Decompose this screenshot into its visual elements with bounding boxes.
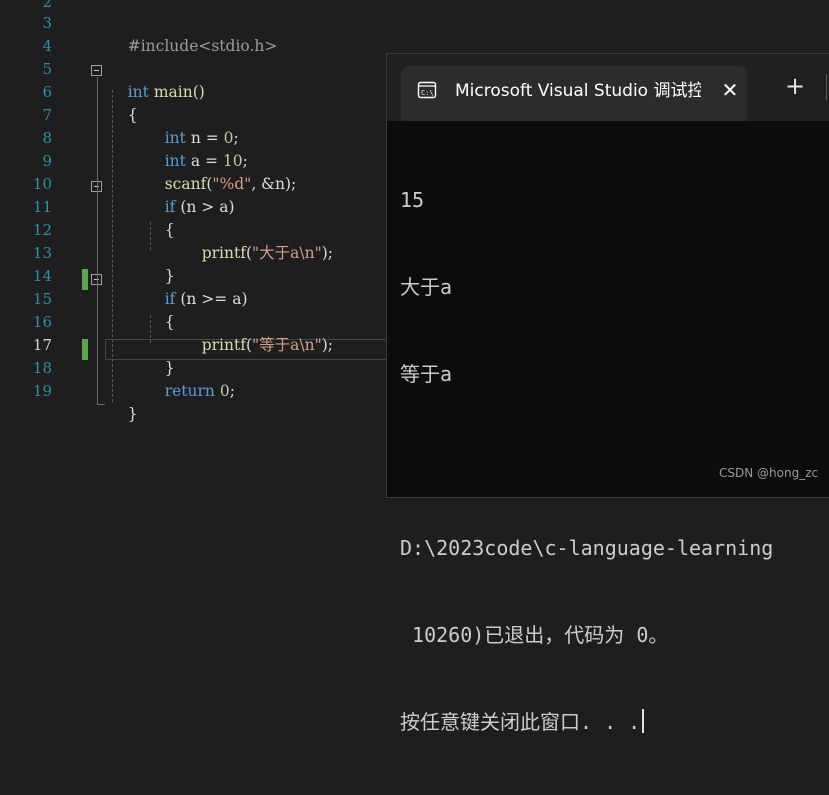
code-text: ); [321, 336, 334, 354]
code-text: } [127, 405, 138, 423]
function-name: printf [201, 244, 246, 262]
code-text: { [127, 106, 138, 124]
terminal-tab-bar: C:\ Microsoft Visual Studio 调试控制台 ✕ + [387, 54, 829, 121]
preprocessor-directive: #include<stdio.h> [127, 37, 278, 55]
line-number: 3 [42, 14, 52, 32]
code-line: return 0; [145, 357, 235, 426]
string-literal: "等于a\n" [252, 336, 322, 354]
tab-divider [826, 74, 827, 100]
line-number: 14 [32, 267, 52, 285]
svg-text:C:\: C:\ [421, 89, 434, 97]
terminal-tab[interactable]: C:\ Microsoft Visual Studio 调试控制台 ✕ [401, 66, 747, 121]
keyword: return [164, 382, 215, 400]
change-marker [82, 339, 88, 360]
code-line: } [108, 380, 138, 449]
fold-guide [97, 193, 98, 255]
line-number: 13 [32, 244, 52, 262]
debug-console-window[interactable]: C:\ Microsoft Visual Studio 调试控制台 ✕ + 15… [386, 53, 829, 734]
new-tab-button[interactable]: + [783, 74, 807, 98]
line-number: 16 [32, 313, 52, 331]
line-number: 6 [42, 83, 52, 101]
code-text: ); [321, 244, 334, 262]
line-number: 5 [42, 60, 52, 78]
console-line-prompt: 按任意键关闭此窗口. . . [400, 708, 773, 737]
console-icon: C:\ [417, 81, 437, 99]
line-number: 19 [32, 382, 52, 400]
console-line: 大于a [400, 275, 453, 299]
function-name: printf [201, 336, 246, 354]
text-cursor [642, 709, 645, 733]
tab-title: Microsoft Visual Studio 调试控制台 [455, 81, 701, 101]
code-text: (n >= a) [175, 290, 248, 308]
function-name: main() [148, 83, 205, 101]
line-number: 12 [32, 221, 52, 239]
fold-toggle-main[interactable] [91, 65, 102, 76]
code-text: { [164, 221, 175, 239]
line-number: 7 [42, 106, 52, 124]
line-number: 15 [32, 290, 52, 308]
code-text: , &n); [251, 175, 297, 193]
line-number: 10 [32, 175, 52, 193]
console-line: D:\2023code\c-language-learning [400, 536, 774, 560]
fold-guide-end [97, 404, 105, 405]
close-tab-button[interactable]: ✕ [719, 79, 741, 101]
line-number: 4 [42, 37, 52, 55]
line-number: 18 [32, 359, 52, 377]
line-number-current: 17 [32, 336, 52, 354]
code-text: (n > a) [175, 198, 235, 216]
line-number: 8 [42, 129, 52, 147]
change-marker [82, 269, 88, 290]
console-output[interactable]: 15 大于a 等于a D:\2023code\c-language-learni… [400, 128, 773, 795]
watermark: CSDN @hong_zc [719, 466, 819, 480]
string-literal: "大于a\n" [252, 244, 322, 262]
console-prompt-text: 按任意键关闭此窗口. . . [400, 710, 641, 734]
console-line: 15 [400, 188, 425, 212]
code-text: ; [229, 382, 235, 400]
line-number: 9 [42, 152, 52, 170]
code-text: { [164, 313, 175, 331]
line-number: 11 [32, 198, 52, 216]
code-line: { [108, 81, 138, 150]
number-literal: 0 [219, 382, 230, 400]
console-line: 10260)已退出，代码为 0。 [400, 623, 669, 647]
console-line: 等于a [400, 362, 453, 386]
